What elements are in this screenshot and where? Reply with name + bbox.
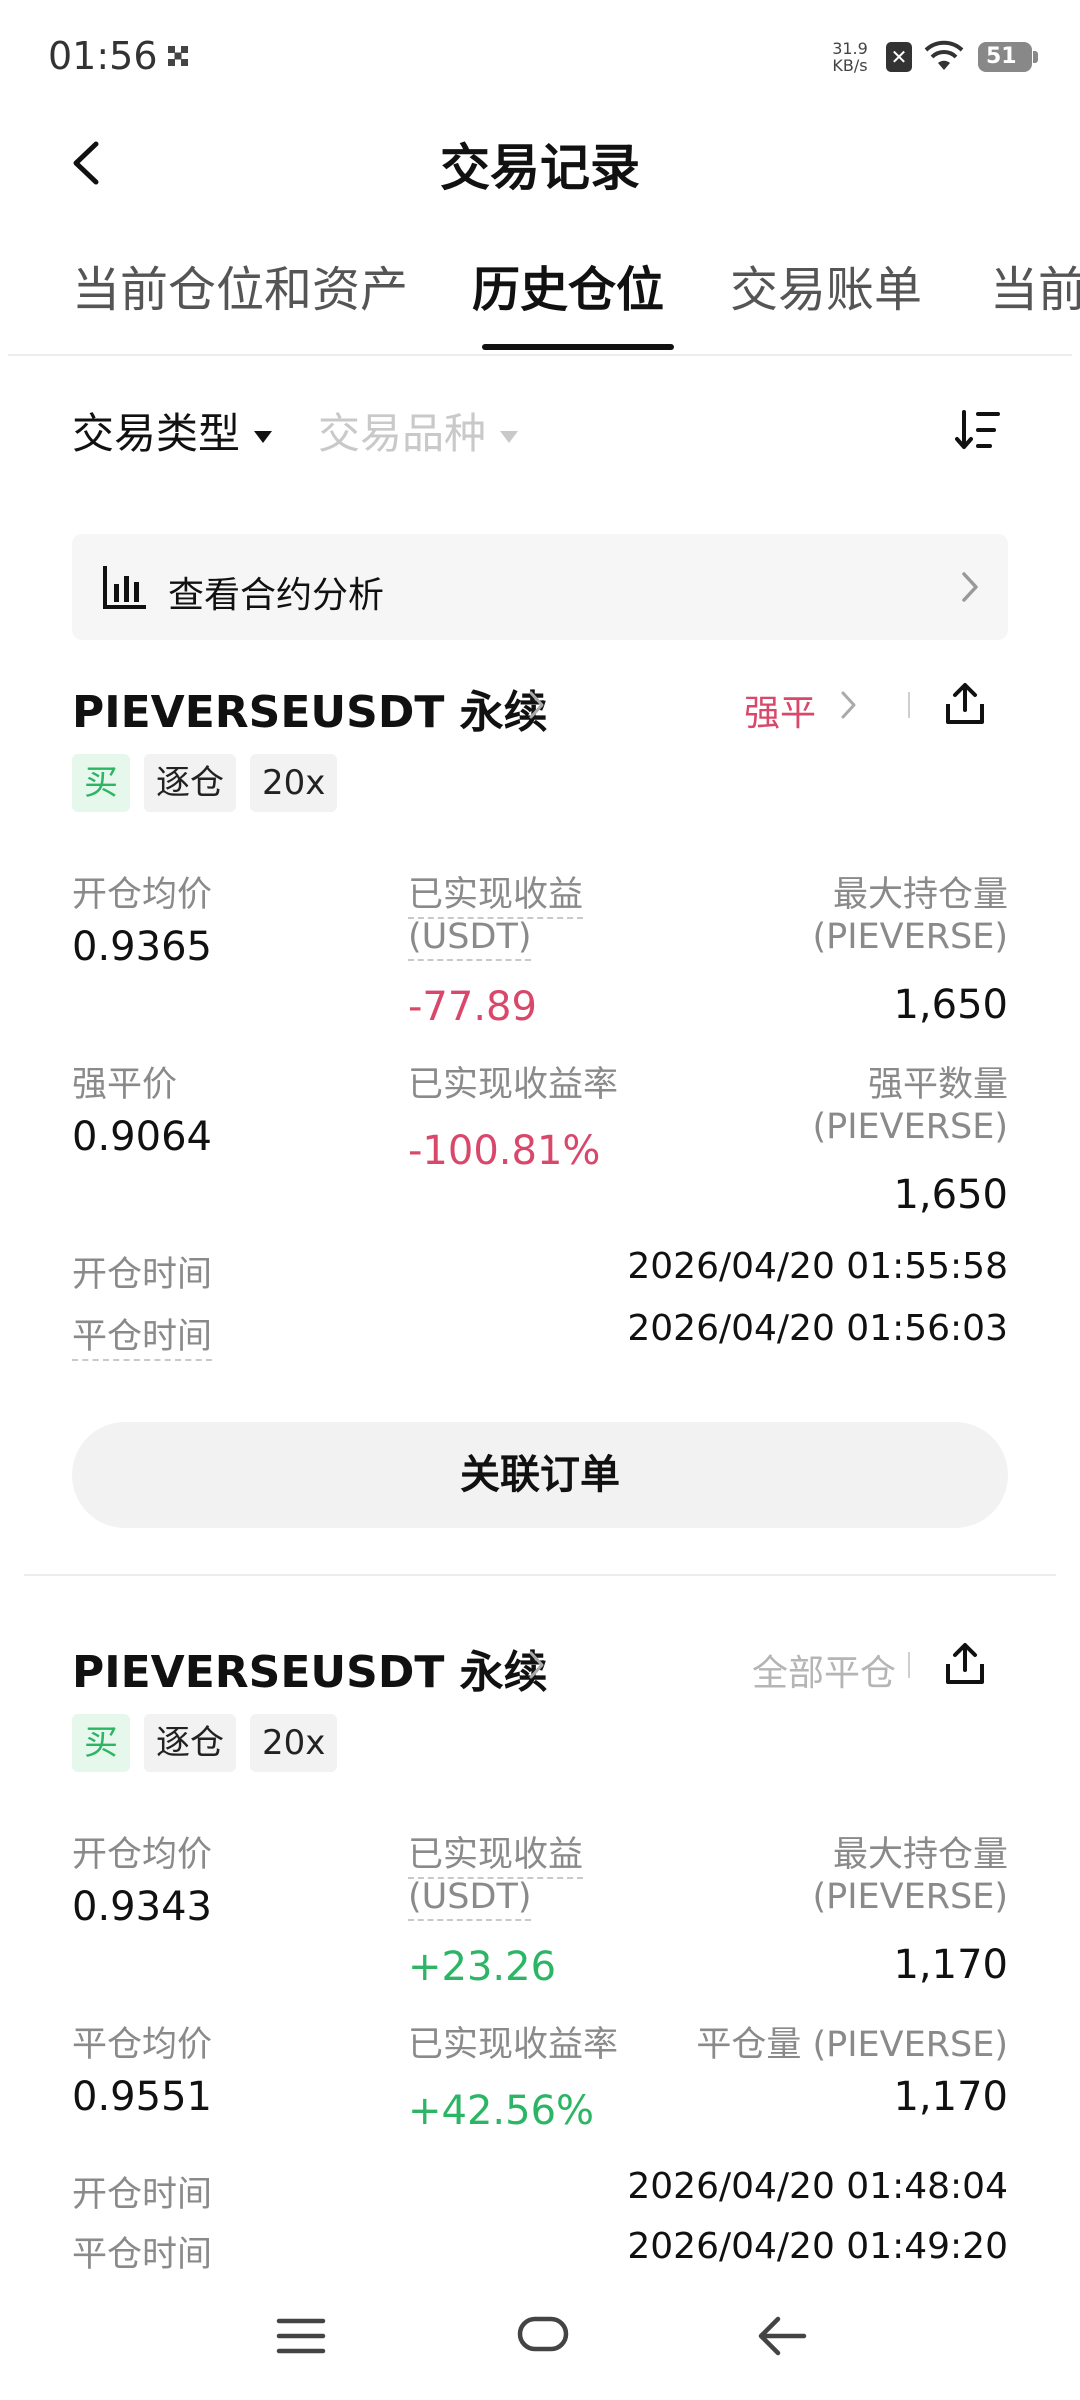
liquidation-qty-value: 1,650 — [893, 1172, 1008, 1218]
max-position-value: 1,170 — [893, 1942, 1008, 1988]
share-icon[interactable] — [944, 682, 986, 726]
related-orders-button[interactable]: 关联订单 — [72, 1422, 1008, 1528]
divider — [908, 692, 910, 718]
no-sim-icon: ✕ — [886, 42, 912, 72]
trade-symbol-label: 交易品种 — [318, 409, 487, 458]
network-speed-unit: KB/s — [832, 56, 868, 75]
sort-icon[interactable] — [954, 406, 1002, 454]
trade-type-filter[interactable]: 交易类型 — [72, 400, 273, 461]
status-time: 01:56 — [48, 34, 158, 78]
close-price-label: 平仓均价 — [72, 2025, 213, 2065]
open-price-value: 0.9365 — [72, 924, 212, 970]
tab-current-orders[interactable]: 当前 — [990, 250, 1080, 320]
leverage-tag: 20x — [250, 1714, 338, 1772]
tab-history-positions[interactable]: 历史仓位 — [472, 250, 664, 320]
open-price-label: 开仓均价 — [72, 875, 213, 915]
open-price-value: 0.9343 — [72, 1884, 212, 1930]
trade-symbol-filter[interactable]: 交易品种 — [318, 400, 519, 461]
network-speed: 31.9 KB/s — [828, 40, 872, 74]
close-time-label[interactable]: 平仓时间 — [72, 1308, 213, 1361]
realized-pnl-value: -77.89 — [408, 984, 537, 1030]
side-tag: 买 — [72, 754, 130, 812]
divider — [8, 354, 1072, 356]
network-speed-value: 31.9 — [832, 39, 868, 58]
close-time-value: 2026/04/20 01:49:20 — [627, 2226, 1008, 2267]
realized-pnl-rate-value: -100.81% — [408, 1128, 601, 1174]
chevron-right-icon[interactable] — [528, 690, 546, 720]
menu-icon[interactable] — [276, 2316, 326, 2356]
caret-down-icon — [500, 430, 519, 443]
status-bar: 01:56 31.9 KB/s ✕ 51 — [0, 0, 1080, 110]
wifi-icon — [924, 40, 964, 70]
caret-down-icon — [254, 430, 273, 443]
liquidation-qty-label: 强平数量 (PIEVERSE) — [812, 1065, 1008, 1147]
trade-type-label: 交易类型 — [72, 409, 241, 458]
position-symbol[interactable]: PIEVERSEUSDT 永续 — [72, 1636, 548, 1700]
open-time-label: 开仓时间 — [72, 2175, 213, 2215]
max-position-value: 1,650 — [893, 982, 1008, 1028]
liquidation-price-value: 0.9064 — [72, 1114, 212, 1160]
leverage-tag: 20x — [250, 754, 338, 812]
bar-chart-icon — [103, 566, 146, 609]
contract-analysis-link[interactable]: 查看合约分析 — [72, 534, 1008, 640]
tab-trade-bills[interactable]: 交易账单 — [730, 250, 922, 320]
liquidation-price-label: 强平价 — [72, 1065, 178, 1105]
divider — [24, 1574, 1056, 1576]
realized-pnl-rate-label: 已实现收益率 — [408, 2025, 619, 2065]
position-symbol[interactable]: PIEVERSEUSDT 永续 — [72, 676, 548, 740]
close-price-value: 0.9551 — [72, 2074, 212, 2120]
realized-pnl-rate-value: +42.56% — [408, 2088, 595, 2134]
battery-icon: 51 — [978, 42, 1038, 72]
open-time-value: 2026/04/20 01:55:58 — [627, 1246, 1008, 1287]
app-notification-icon — [168, 46, 188, 66]
active-tab-indicator — [482, 344, 674, 350]
realized-pnl-label[interactable]: 已实现收益 (USDT) — [408, 866, 584, 961]
realized-pnl-label[interactable]: 已实现收益 (USDT) — [408, 1826, 584, 1921]
share-icon[interactable] — [944, 1642, 986, 1686]
tab-current-positions[interactable]: 当前仓位和资产 — [72, 250, 408, 320]
max-position-label: 最大持仓量 (PIEVERSE) — [812, 875, 1008, 957]
open-time-value: 2026/04/20 01:48:04 — [627, 2166, 1008, 2207]
position-status[interactable]: 强平 — [744, 684, 816, 736]
side-tag: 买 — [72, 1714, 130, 1772]
home-icon[interactable] — [516, 2314, 570, 2354]
contract-analysis-label: 查看合约分析 — [168, 575, 385, 616]
max-position-label: 最大持仓量 (PIEVERSE) — [812, 1835, 1008, 1917]
close-time-value: 2026/04/20 01:56:03 — [627, 1308, 1008, 1349]
chevron-right-icon[interactable] — [840, 690, 858, 720]
chevron-right-icon[interactable] — [528, 1650, 546, 1680]
close-time-label: 平仓时间 — [72, 2235, 213, 2275]
realized-pnl-rate-label: 已实现收益率 — [408, 1065, 619, 1105]
position-status: 全部平仓 — [752, 1653, 897, 1694]
realized-pnl-value: +23.26 — [408, 1944, 557, 1990]
chevron-right-icon — [962, 572, 978, 602]
divider — [908, 1652, 910, 1678]
close-qty-value: 1,170 — [893, 2074, 1008, 2120]
tab-bar: 当前仓位和资产 历史仓位 交易账单 当前 — [0, 250, 1080, 354]
margin-mode-tag: 逐仓 — [144, 754, 236, 812]
margin-mode-tag: 逐仓 — [144, 1714, 236, 1772]
close-qty-label: 平仓量 (PIEVERSE) — [696, 2025, 1008, 2065]
open-time-label: 开仓时间 — [72, 1255, 213, 1295]
nav-back-icon[interactable] — [756, 2314, 808, 2358]
open-price-label: 开仓均价 — [72, 1835, 213, 1875]
page-title: 交易记录 — [440, 139, 640, 197]
